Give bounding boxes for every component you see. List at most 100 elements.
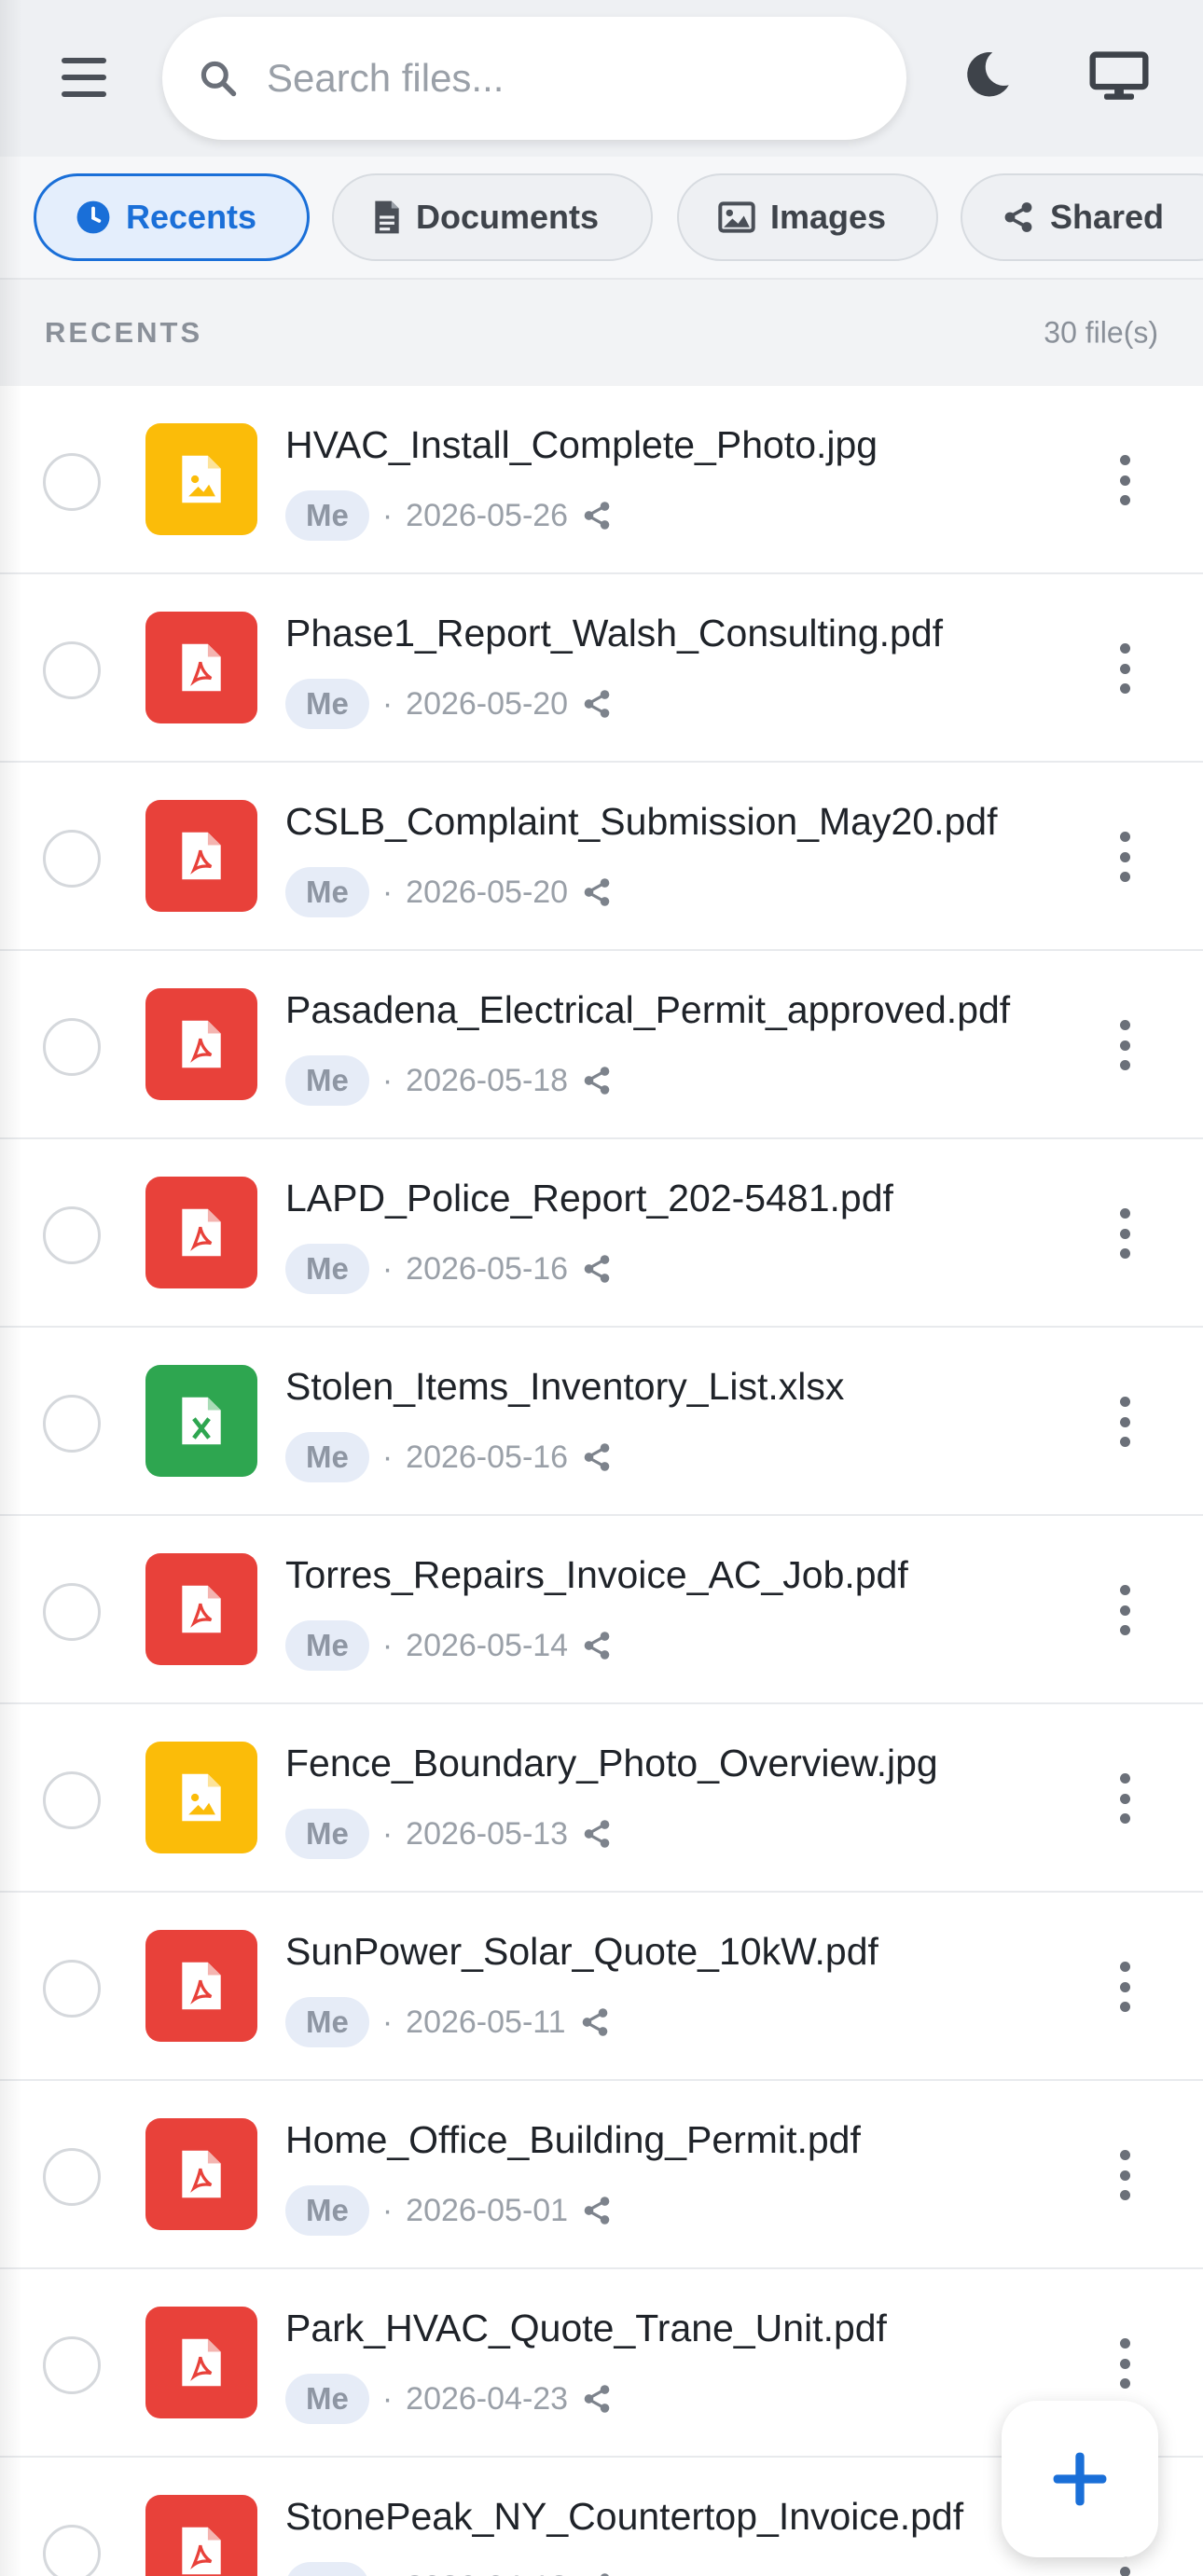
desktop-view-icon[interactable] [1089,50,1149,103]
menu-icon[interactable] [62,58,106,97]
meta-separator: · [381,685,394,722]
document-icon [375,200,399,234]
file-type-badge [145,800,257,912]
more-options-icon[interactable] [1115,832,1134,882]
select-checkbox[interactable] [43,1206,101,1264]
tab-recents[interactable]: Recents [34,173,310,261]
file-meta: Me · 2026-05-20 [285,867,613,917]
shared-icon [584,1632,610,1660]
image-file-icon [182,455,221,503]
file-row[interactable]: CSLB_Complaint_Submission_May20.pdf Me · 20… [0,763,1203,951]
pdf-file-icon [182,832,221,880]
file-name: Pasadena_Electrical_Permit_approved.pdf [285,988,1011,1031]
select-checkbox[interactable] [43,1583,101,1641]
file-meta: Me · 2026-04-18 [285,2562,613,2576]
file-type-badge [145,2118,257,2230]
file-name: Stolen_Items_Inventory_List.xlsx [285,1365,845,1408]
shared-icon [601,2573,609,2576]
file-row[interactable]: Phase1_Report_Walsh_Consulting.pdf Me · 202… [0,574,1203,763]
select-checkbox[interactable] [43,2525,101,2576]
owner-badge: Me [285,2185,369,2236]
file-name: SunPower_Solar_Quote_10kW.pdf [285,1930,878,1973]
file-meta: Me · 2026-05-20 [285,679,613,729]
shared-icon [584,1067,610,1095]
meta-separator: · [381,1439,394,1475]
select-checkbox[interactable] [43,1395,101,1453]
file-row[interactable]: SunPower_Solar_Quote_10kW.pdf Me · 2026-05-… [0,1893,1203,2081]
shared-icon [584,690,610,718]
select-checkbox[interactable] [43,641,101,699]
tab-shared[interactable]: Shared [961,173,1203,261]
more-options-icon[interactable] [1115,1020,1134,1070]
owner-badge: Me [285,867,369,917]
pdf-file-icon [182,1962,221,2010]
shared-icon [584,2197,610,2225]
owner-badge: Me [285,1055,369,1106]
add-file-button[interactable] [1002,2401,1158,2557]
tab-label: Shared [1050,198,1165,236]
file-type-badge [145,2495,257,2576]
file-row[interactable]: Fence_Boundary_Photo_Overview.jpg Me · 2026… [0,1704,1203,1893]
file-row[interactable]: Pasadena_Electrical_Permit_approved.pdf M… [0,951,1203,1139]
shared-icon [584,1820,610,1848]
file-row[interactable]: LAPD_Police_Report_202-5481.pdf Me · 2026-0… [0,1139,1203,1328]
file-row[interactable]: Home_Office_Building_Permit.pdf Me · 2026-0… [0,2081,1203,2269]
file-type-badge [145,1742,257,1853]
more-options-icon[interactable] [1115,1962,1134,2012]
file-name: LAPD_Police_Report_202-5481.pdf [285,1177,893,1219]
meta-separator: · [381,874,394,910]
file-meta: Me · 2026-05-26 [285,490,613,541]
file-count: 30 file(s) [1044,315,1158,350]
shared-icon [584,502,610,530]
search-input[interactable] [267,45,864,112]
more-options-icon[interactable] [1115,2338,1134,2389]
category-tabs: Recents Documents Images Shared [0,157,1203,280]
more-options-icon[interactable] [1115,1208,1134,1259]
tab-label: Images [770,198,887,236]
owner-badge: Me [285,1997,369,2047]
select-checkbox[interactable] [43,830,101,888]
file-date: 2026-05-18 [406,1062,569,1098]
file-type-badge [145,612,257,723]
more-options-icon[interactable] [1115,455,1134,505]
select-checkbox[interactable] [43,1960,101,2018]
shared-icon [584,1255,610,1283]
select-checkbox[interactable] [43,2336,101,2394]
file-row[interactable]: Stolen_Items_Inventory_List.xlsx Me · 2026-… [0,1328,1203,1516]
shared-icon [584,1443,610,1471]
select-checkbox[interactable] [43,1771,101,1829]
owner-badge: Me [285,2562,369,2576]
more-options-icon[interactable] [1115,1585,1134,1635]
file-row[interactable]: Torres_Repairs_Invoice_AC_Job.pdf Me · 2026… [0,1516,1203,1704]
more-options-icon[interactable] [1115,1773,1134,1824]
file-meta: Me · 2026-05-13 [285,1809,613,1859]
file-type-badge [145,2307,257,2418]
select-checkbox[interactable] [43,2148,101,2206]
more-options-icon[interactable] [1115,2150,1134,2200]
select-checkbox[interactable] [43,453,101,511]
owner-badge: Me [285,1244,369,1294]
file-row[interactable]: HVAC_Install_Complete_Photo.jpg Me · 2026-0… [0,386,1203,574]
owner-badge: Me [285,1432,369,1482]
meta-separator: · [381,1250,394,1287]
shared-icon [582,2008,607,2036]
file-meta: Me · 2026-05-16 [285,1244,613,1294]
search-box[interactable] [162,17,906,140]
top-bar [0,0,1203,157]
image-icon [718,201,755,233]
tab-images[interactable]: Images [677,173,938,261]
file-date: 2026-05-01 [406,2192,569,2228]
tab-documents[interactable]: Documents [332,173,653,261]
file-type-badge [145,423,257,535]
select-checkbox[interactable] [43,1018,101,1076]
more-options-icon[interactable] [1115,1397,1134,1447]
file-meta: Me · 2026-05-11 [285,1997,611,2047]
file-name: HVAC_Install_Complete_Photo.jpg [285,423,878,466]
shared-icon [584,878,610,906]
tab-label: Recents [126,198,257,236]
more-options-icon[interactable] [1115,643,1134,694]
file-date: 2026-04-23 [406,2380,569,2417]
dark-mode-moon-icon[interactable] [959,47,1015,103]
file-type-badge [145,1553,257,1665]
owner-badge: Me [285,1620,369,1671]
